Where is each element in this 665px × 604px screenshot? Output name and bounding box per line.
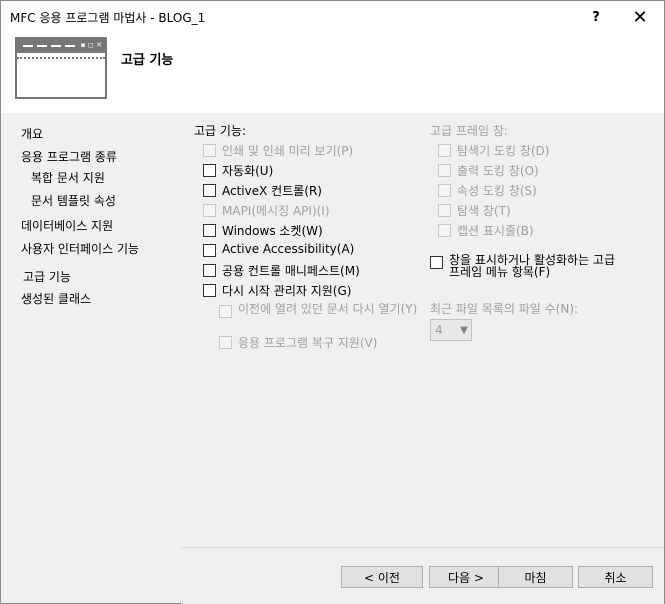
caption-bar-checkbox[interactable]: 캡션 표시줄(B) [438,222,534,239]
wizard-body: 개요 응용 프로그램 종류 복합 문서 지원 문서 템플릿 속성 데이터베이스 … [1,113,664,604]
nav-item-doc-template[interactable]: 문서 템플릿 속성 [31,192,116,209]
cancel-button[interactable]: 취소 [578,566,653,588]
title-bar: MFC 응용 프로그램 마법사 - BLOG_1 ? ✕ [1,1,664,33]
checkbox-box[interactable] [203,264,216,277]
option-label: 창을 표시하거나 활성화하는 고급 프레임 메뉴 항목(F) [449,253,616,279]
wizard-footer: < 이전 다음 > 마침 취소 [181,547,664,604]
automation-checkbox[interactable]: 자동화(U) [203,162,273,179]
select-value: 4 [435,323,443,337]
checkbox-box[interactable] [438,144,451,157]
restart-manager-checkbox[interactable]: 다시 시작 관리자 지원(G) [203,282,351,299]
option-label: 캡션 표시줄(B) [457,224,534,238]
properties-dock-checkbox[interactable]: 속성 도킹 창(S) [438,182,537,199]
checkbox-box[interactable] [438,164,451,177]
nav-item-overview[interactable]: 개요 [21,125,43,142]
checkbox-box[interactable] [203,284,216,297]
finish-button[interactable]: 마침 [498,566,573,588]
option-label: 출력 도킹 창(O) [457,164,539,178]
wizard-content: 고급 기능: 인쇄 및 인쇄 미리 보기(P) 자동화(U) ActiveX 컨… [181,113,664,547]
nav-item-ui-features[interactable]: 사용자 인터페이스 기능 [21,240,139,257]
chevron-down-icon: ▼ [460,324,468,336]
checkbox-box[interactable] [430,256,443,269]
recent-files-label: 최근 파일 목록의 파일 수(N): [430,302,579,316]
checkbox-box[interactable] [203,204,216,217]
checkbox-box[interactable] [203,164,216,177]
nav-item-database[interactable]: 데이터베이스 지원 [21,217,113,234]
help-button[interactable]: ? [576,3,616,31]
wizard-header: ▪ ◻ ✕ 고급 기능 [1,33,664,113]
option-label: 이전에 열려 있던 문서 다시 열기(Y) [238,302,418,316]
nav-item-compound-doc[interactable]: 복합 문서 지원 [31,169,105,186]
option-label: 속성 도킹 창(S) [457,184,537,198]
mapi-checkbox[interactable]: MAPI(메시징 API)(I) [203,202,330,219]
advanced-features-label: 고급 기능: [194,124,247,138]
reopen-documents-checkbox[interactable]: 이전에 열려 있던 문서 다시 열기(Y) [219,303,418,318]
option-label: 인쇄 및 인쇄 미리 보기(P) [222,144,354,158]
option-label: ActiveX 컨트롤(R) [222,184,322,198]
page-title: 고급 기능 [121,53,174,68]
windows-sockets-checkbox[interactable]: Windows 소켓(W) [203,222,323,239]
checkbox-box[interactable] [203,244,216,257]
option-label: MAPI(메시징 API)(I) [222,204,330,218]
checkbox-box[interactable] [203,224,216,237]
active-accessibility-checkbox[interactable]: Active Accessibility(A) [203,242,354,257]
frame-menu-items-checkbox[interactable]: 창을 표시하거나 활성화하는 고급 프레임 메뉴 항목(F) [430,254,629,278]
wizard-window: MFC 응용 프로그램 마법사 - BLOG_1 ? ✕ ▪ ◻ ✕ 고급 기능… [0,0,665,604]
option-label: 탐색기 도킹 창(D) [457,144,550,158]
explorer-dock-checkbox[interactable]: 탐색기 도킹 창(D) [438,142,549,159]
checkbox-box[interactable] [203,144,216,157]
app-recovery-checkbox[interactable]: 응용 프로그램 복구 지원(V) [219,334,377,351]
close-button[interactable]: ✕ [620,3,660,31]
recent-files-count-select[interactable]: 4 ▼ [430,319,472,341]
activex-controls-checkbox[interactable]: ActiveX 컨트롤(R) [203,182,322,199]
prev-button[interactable]: < 이전 [341,566,423,588]
option-label: 응용 프로그램 복구 지원(V) [238,336,378,350]
checkbox-box[interactable] [219,336,232,349]
wizard-nav: 개요 응용 프로그램 종류 복합 문서 지원 문서 템플릿 속성 데이터베이스 … [1,113,179,603]
checkbox-box[interactable] [219,305,232,318]
wizard-window-icon: ▪ ◻ ✕ [15,37,107,99]
window-title: MFC 응용 프로그램 마법사 - BLOG_1 [10,11,206,25]
next-button[interactable]: 다음 > [429,566,503,588]
navigation-pane-checkbox[interactable]: 탐색 창(T) [438,202,511,219]
frame-panes-label: 고급 프레임 창: [430,124,508,138]
option-label: Windows 소켓(W) [222,224,323,238]
print-preview-checkbox[interactable]: 인쇄 및 인쇄 미리 보기(P) [203,142,353,159]
nav-item-app-type[interactable]: 응용 프로그램 종류 [21,148,117,165]
common-control-manifest-checkbox[interactable]: 공용 컨트롤 매니페스트(M) [203,262,360,279]
checkbox-box[interactable] [203,184,216,197]
nav-item-advanced[interactable]: 고급 기능 [23,268,71,285]
checkbox-box[interactable] [438,204,451,217]
option-label: 자동화(U) [222,164,274,178]
nav-item-generated-classes[interactable]: 생성된 클래스 [21,290,91,307]
checkbox-box[interactable] [438,184,451,197]
output-dock-checkbox[interactable]: 출력 도킹 창(O) [438,162,539,179]
option-label: 다시 시작 관리자 지원(G) [222,284,352,298]
option-label: Active Accessibility(A) [222,242,355,256]
option-label: 공용 컨트롤 매니페스트(M) [222,264,360,278]
option-label: 탐색 창(T) [457,204,511,218]
checkbox-box[interactable] [438,224,451,237]
